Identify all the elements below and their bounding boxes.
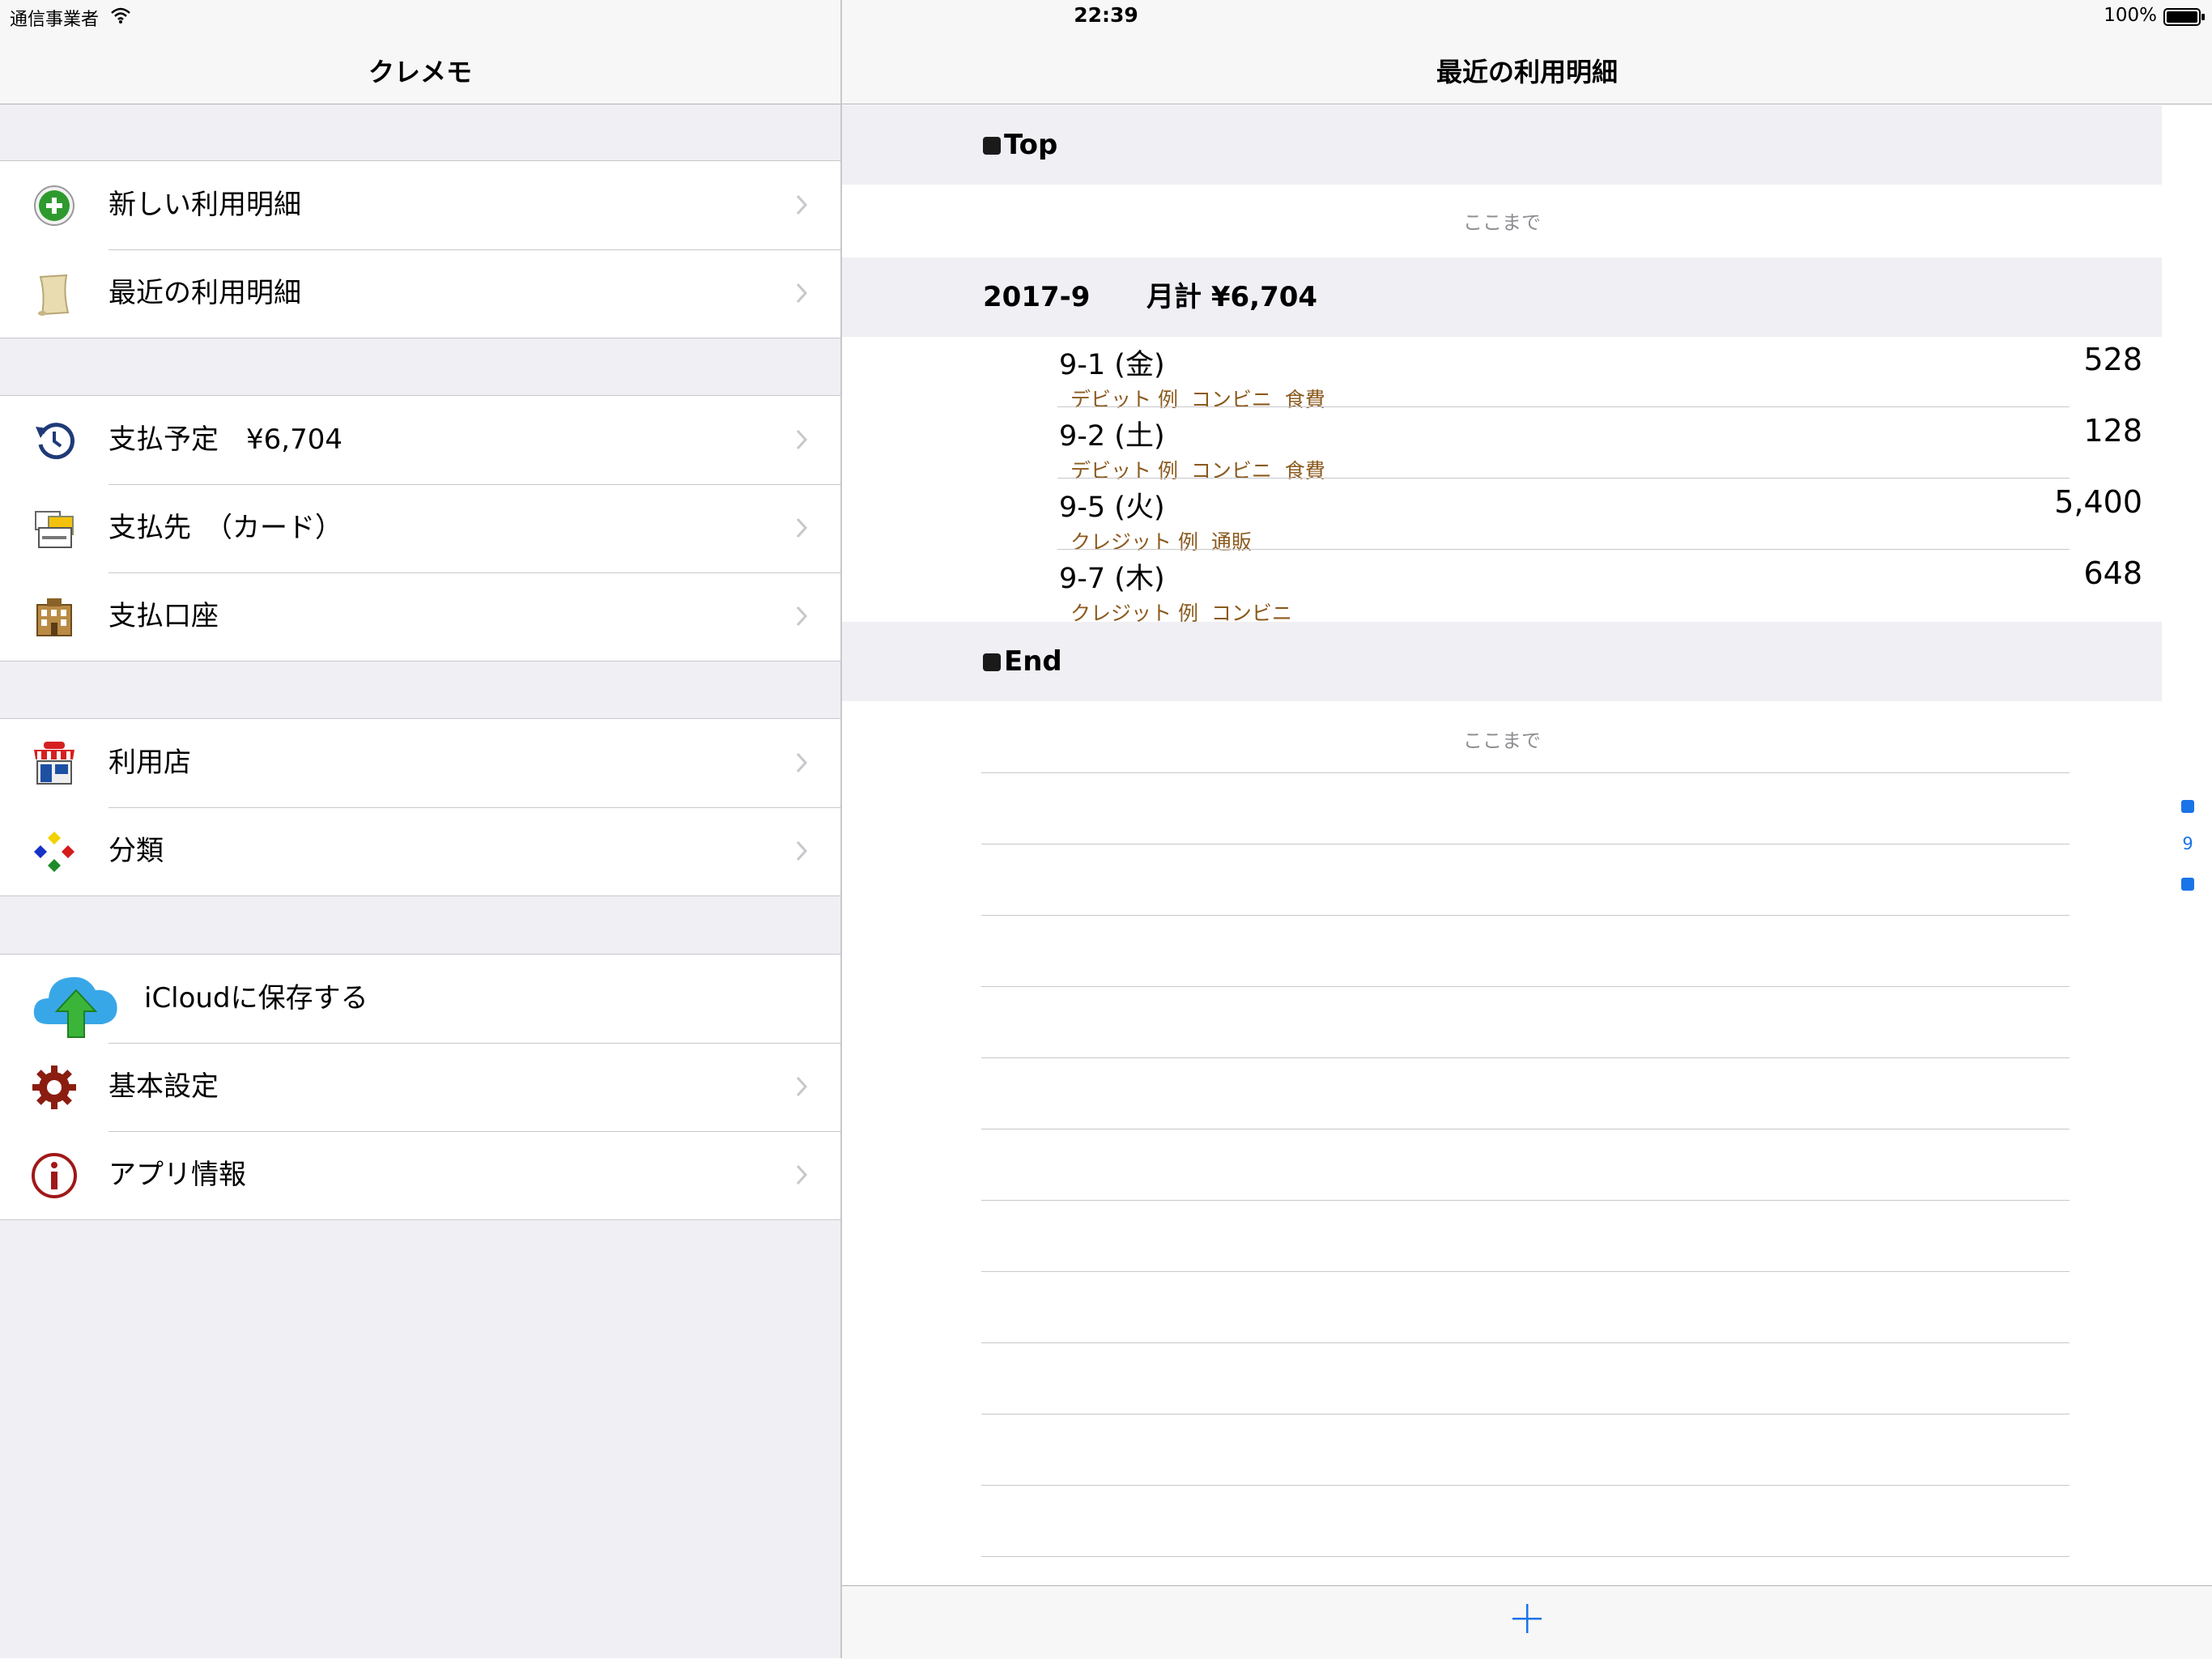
row-separator (108, 807, 840, 808)
empty-row-line (981, 1342, 2069, 1343)
icloud-upload-icon (33, 976, 117, 1038)
row-separator (1057, 406, 2069, 407)
empty-row-line (981, 1485, 2069, 1486)
transaction-amount: 128 (2083, 413, 2142, 449)
payment-card-icon (35, 511, 74, 548)
transaction-date: 9-1 (金) (1059, 349, 1165, 381)
black-square-icon (983, 137, 1001, 155)
menu-item-label: 最近の利用明細 (108, 277, 301, 309)
menu-group-payments: 支払予定 ¥6,704 支払先 （カード） 支払口座 (0, 395, 840, 661)
transaction-detail: クレジット 例 通販 (1070, 530, 1252, 554)
menu-item-recent-statements[interactable]: 最近の利用明細 (0, 249, 840, 338)
menu-item-label: 利用店 (108, 747, 191, 779)
chevron-right-icon (796, 429, 808, 450)
bottom-toolbar (842, 1585, 2212, 1659)
gear-icon (32, 1066, 76, 1109)
menu-group-entries: 新しい利用明細 最近の利用明細 (0, 160, 840, 338)
section-header-top: Top (842, 105, 2162, 185)
menu-item-icloud-save[interactable]: iCloudに保存する (0, 955, 840, 1044)
row-separator (108, 484, 840, 485)
menu-item-app-info[interactable]: アプリ情報 (0, 1131, 840, 1219)
chevron-right-icon (796, 840, 808, 861)
transaction-row[interactable]: 9-7 (木) クレジット 例 コンビニ 648 (1057, 552, 2142, 625)
row-separator (1057, 478, 2069, 479)
menu-group-master-data: 利用店 分類 (0, 718, 840, 896)
row-separator (108, 249, 840, 250)
transaction-date: 9-2 (土) (1059, 420, 1165, 453)
empty-row-line (981, 1057, 2069, 1058)
category-diamonds-icon (34, 832, 74, 872)
empty-row-line (981, 1200, 2069, 1201)
row-separator (108, 572, 840, 573)
section-footer-top: ここまで (1463, 211, 1541, 234)
history-icon (36, 423, 74, 460)
menu-item-label: 支払先 （カード） (108, 512, 342, 544)
menu-item-payment-schedule[interactable]: 支払予定 ¥6,704 (0, 396, 840, 485)
section-footer-end: ここまで (1463, 730, 1541, 752)
section-index-top-marker[interactable] (2181, 800, 2194, 813)
menu-item-payee-card[interactable]: 支払先 （カード） (0, 484, 840, 573)
chevron-right-icon (796, 752, 808, 773)
empty-row-line (981, 1271, 2069, 1272)
transaction-date: 9-7 (木) (1059, 563, 1165, 595)
menu-item-shops[interactable]: 利用店 (0, 719, 840, 808)
menu-item-categories[interactable]: 分類 (0, 807, 840, 895)
transaction-detail: デビット 例 コンビニ 食費 (1070, 388, 1325, 411)
empty-row-line (981, 986, 2069, 987)
add-icon[interactable] (1511, 1602, 1543, 1635)
chevron-right-icon (796, 1076, 808, 1097)
battery-icon (2163, 8, 2205, 26)
section-header-label: End (983, 622, 1062, 701)
empty-row-line (981, 1556, 2069, 1557)
menu-item-label: 支払予定 ¥6,704 (108, 423, 342, 456)
transaction-amount: 528 (2083, 342, 2142, 377)
month-total: 月計 ¥6,704 (1146, 281, 1318, 313)
scroll-icon (38, 274, 70, 316)
menu-item-label: 新しい利用明細 (108, 189, 301, 221)
status-bar: 通信事業者 22:39 100% (0, 0, 2212, 32)
menu-item-payment-account[interactable]: 支払口座 (0, 572, 840, 661)
status-time: 22:39 (1074, 3, 1138, 27)
chevron-right-icon (796, 283, 808, 304)
chevron-right-icon (796, 517, 808, 538)
menu-item-label: 分類 (108, 835, 164, 867)
transaction-amount: 5,400 (2054, 484, 2142, 520)
empty-row-line (981, 772, 2069, 773)
menu-group-settings: iCloudに保存する 基本設定 アプリ情報 (0, 954, 840, 1220)
battery-percentage: 100% (2104, 5, 2157, 26)
transaction-detail: デビット 例 コンビニ 食費 (1070, 459, 1325, 483)
shop-icon (34, 742, 74, 785)
menu-item-basic-settings[interactable]: 基本設定 (0, 1043, 840, 1132)
row-separator (108, 1131, 840, 1132)
menu-item-label: iCloudに保存する (144, 982, 368, 1015)
master-pane: クレメモ 新しい利用明細 最近の利用明細 支払予定 ¥6,704 支払先 （カー… (0, 0, 842, 1658)
section-header-month: 2017-9 月計 ¥6,704 (842, 257, 2162, 337)
detail-title: 最近の利用明細 (1436, 57, 1618, 87)
chevron-right-icon (796, 606, 808, 627)
transaction-row[interactable]: 9-5 (火) クレジット 例 通販 5,400 (1057, 481, 2142, 554)
chevron-right-icon (796, 1164, 808, 1185)
menu-item-label: 支払口座 (108, 600, 219, 632)
add-circle-icon (34, 185, 74, 226)
transaction-date: 9-5 (火) (1059, 491, 1165, 524)
section-index-label[interactable]: 9 (2178, 834, 2197, 853)
transaction-row[interactable]: 9-1 (金) デビット 例 コンビニ 食費 528 (1057, 338, 2142, 411)
section-header-label: Top (983, 105, 1057, 185)
menu-item-label: アプリ情報 (108, 1159, 246, 1191)
menu-item-new-statement[interactable]: 新しい利用明細 (0, 161, 840, 250)
menu-item-label: 基本設定 (108, 1070, 219, 1103)
empty-row-line (981, 915, 2069, 916)
chevron-right-icon (796, 194, 808, 215)
transaction-amount: 648 (2083, 555, 2142, 591)
black-square-icon (983, 653, 1001, 671)
row-separator (1057, 549, 2069, 550)
info-icon (32, 1153, 77, 1198)
section-header-end: End (842, 622, 2162, 701)
row-separator (108, 1043, 840, 1044)
section-index-end-marker[interactable] (2181, 878, 2194, 891)
transaction-row[interactable]: 9-2 (土) デビット 例 コンビニ 食費 128 (1057, 410, 2142, 483)
bank-icon (36, 598, 72, 636)
month-label: 2017-9 (983, 281, 1091, 313)
master-title: クレメモ (368, 57, 472, 87)
